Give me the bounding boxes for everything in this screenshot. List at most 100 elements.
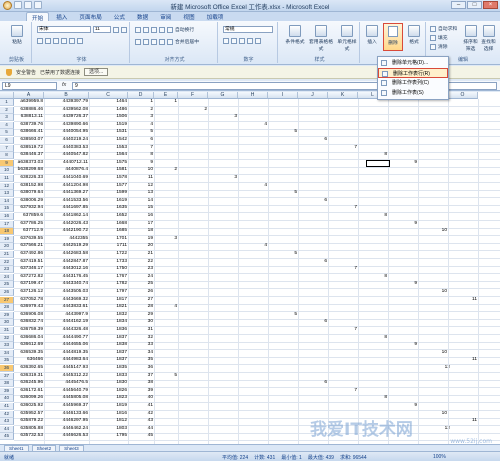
- cell-a[interactable]: 636612.69: [14, 342, 44, 349]
- row-header[interactable]: 28: [0, 304, 14, 312]
- cell-d[interactable]: 10: [128, 167, 154, 174]
- cell-d[interactable]: 15: [128, 205, 154, 212]
- row-header[interactable]: 23: [0, 266, 14, 274]
- cell-a[interactable]: 638226.33: [14, 175, 44, 182]
- cell-j[interactable]: 6: [298, 137, 328, 144]
- cell-c[interactable]: 1837: [89, 357, 128, 364]
- cell-b[interactable]: 4444819.35: [44, 350, 89, 357]
- cell-k[interactable]: 7: [328, 327, 358, 334]
- cell-c[interactable]: 1836: [89, 327, 128, 334]
- row-header[interactable]: 24: [0, 273, 14, 281]
- cell-k[interactable]: 7: [328, 266, 358, 273]
- cell-c[interactable]: 1711: [89, 243, 128, 250]
- autosum-icon[interactable]: [430, 25, 436, 32]
- cell-e[interactable]: 1: [154, 99, 178, 106]
- cell-c[interactable]: 1599: [89, 190, 128, 197]
- cell-d[interactable]: 7: [128, 145, 154, 152]
- tab-insert[interactable]: 插入: [51, 12, 72, 21]
- cell-f[interactable]: 2: [178, 107, 208, 114]
- cell-e[interactable]: 3: [154, 236, 178, 243]
- cell-c[interactable]: 1812: [89, 418, 128, 425]
- row-header[interactable]: 37: [0, 372, 14, 380]
- security-options-button[interactable]: 选项...: [84, 68, 109, 76]
- cell-b[interactable]: 4445312.22: [44, 373, 89, 380]
- font-color-icon[interactable]: [77, 38, 83, 44]
- cell-a[interactable]: 636979.43: [14, 304, 44, 311]
- column-header-i[interactable]: I: [268, 92, 298, 99]
- align-middle-icon[interactable]: [143, 26, 149, 33]
- cell-k[interactable]: 7: [328, 205, 358, 212]
- cell-b[interactable]: 4444326.48: [44, 327, 89, 334]
- row-header[interactable]: 41: [0, 403, 14, 410]
- cell-c[interactable]: 1578: [89, 175, 128, 182]
- find-select-button[interactable]: 查找和选择: [480, 25, 497, 52]
- cell-a[interactable]: 638152.98: [14, 183, 44, 190]
- cell-a[interactable]: 637786.25: [14, 221, 44, 228]
- select-all-corner[interactable]: [0, 92, 14, 99]
- cell-b[interactable]: 4444162.19: [44, 319, 89, 326]
- row-header[interactable]: 2: [0, 106, 14, 114]
- cell-d[interactable]: 26: [128, 289, 154, 296]
- cell-c[interactable]: 1821: [89, 304, 128, 311]
- column-header-e[interactable]: E: [154, 92, 178, 99]
- row-header[interactable]: 39: [0, 387, 14, 395]
- cell-b[interactable]: 4446133.66: [44, 411, 89, 418]
- italic-icon[interactable]: [45, 38, 51, 44]
- cell-a[interactable]: 636025.92: [14, 403, 44, 410]
- align-right-icon[interactable]: [151, 38, 157, 45]
- align-left-icon[interactable]: [135, 38, 141, 45]
- cell-a[interactable]: 636832.74: [14, 319, 44, 326]
- cell-a[interactable]: 638446.37: [14, 152, 44, 159]
- cell-b[interactable]: 4439397.79: [44, 99, 89, 106]
- tab-page-layout[interactable]: 页面布局: [74, 12, 106, 21]
- cell-d[interactable]: 32: [128, 335, 154, 342]
- cell-a[interactable]: 636539.35: [14, 350, 44, 357]
- cell-l[interactable]: 8: [358, 274, 388, 281]
- cell-c[interactable]: 1833: [89, 373, 128, 380]
- cell-a[interactable]: 636245.96: [14, 380, 44, 387]
- cell-b[interactable]: 4440383.53: [44, 145, 89, 152]
- cell-b[interactable]: 4442190.72: [44, 228, 89, 235]
- percent-icon[interactable]: [231, 38, 237, 44]
- cell-a[interactable]: 636099.26: [14, 395, 44, 402]
- cell-b[interactable]: 4440876.4: [44, 167, 89, 174]
- cell-j[interactable]: 6: [298, 198, 328, 205]
- cell-d[interactable]: 25: [128, 281, 154, 288]
- cell-d[interactable]: 35: [128, 357, 154, 364]
- merge-center-button[interactable]: 合并后居中: [175, 38, 199, 45]
- cell-d[interactable]: 19: [128, 236, 154, 243]
- font-size-select[interactable]: 11: [93, 26, 111, 33]
- cell-d[interactable]: 22: [128, 259, 154, 266]
- cell-b[interactable]: 4440547.82: [44, 152, 89, 159]
- cell-n[interactable]: 10: [418, 228, 448, 235]
- menu-delete-columns[interactable]: 删除工作表列(C): [378, 78, 448, 88]
- cell-d[interactable]: 38: [128, 380, 154, 387]
- close-button[interactable]: ×: [483, 1, 498, 9]
- cell-c[interactable]: 1816: [89, 411, 128, 418]
- cell-d[interactable]: 40: [128, 395, 154, 402]
- cell-d[interactable]: 17: [128, 221, 154, 228]
- cell-a[interactable]: 636466: [14, 357, 44, 364]
- cell-a[interactable]: 636686.04: [14, 335, 44, 342]
- cell-n[interactable]: 10: [418, 350, 448, 357]
- cell-c[interactable]: 1486: [89, 107, 128, 114]
- number-format-select[interactable]: 常规: [223, 26, 273, 33]
- cell-o[interactable]: 11: [448, 297, 478, 304]
- clear-button[interactable]: 清除: [438, 43, 448, 50]
- cell-d[interactable]: 8: [128, 152, 154, 159]
- column-header-k[interactable]: K: [328, 92, 358, 99]
- cell-b[interactable]: 4446462.24: [44, 426, 89, 433]
- row-header[interactable]: 16: [0, 213, 14, 220]
- cell-d[interactable]: 20: [128, 243, 154, 250]
- cell-d[interactable]: 45: [128, 433, 154, 440]
- cell-m[interactable]: 9: [388, 342, 418, 349]
- cell-m[interactable]: 9: [388, 403, 418, 410]
- cell-b[interactable]: 4439726.37: [44, 114, 89, 121]
- row-header[interactable]: 13: [0, 190, 14, 198]
- row-header[interactable]: 27: [0, 296, 14, 304]
- cell-g[interactable]: 3: [208, 175, 238, 182]
- tab-formulas[interactable]: 公式: [109, 12, 130, 21]
- cell-a[interactable]: a638373.03: [14, 160, 44, 167]
- cell-a[interactable]: 638813.11: [14, 114, 44, 121]
- column-header-g[interactable]: G: [208, 92, 238, 99]
